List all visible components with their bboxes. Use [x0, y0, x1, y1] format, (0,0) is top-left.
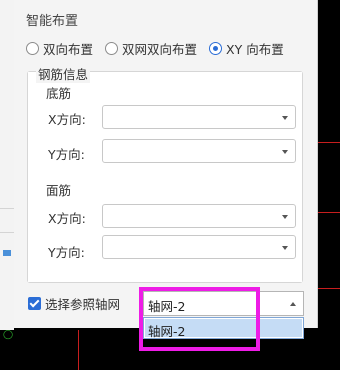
bottom-y-select[interactable] — [102, 139, 296, 163]
chevron-down-icon — [282, 246, 288, 250]
strip-blue-mark — [3, 250, 11, 256]
radio-label: 双向布置 — [43, 42, 94, 57]
reference-axis-checkbox[interactable]: 选择参照轴网 — [28, 294, 120, 313]
top-x-select[interactable] — [102, 204, 296, 228]
reference-axis-label: 选择参照轴网 — [45, 297, 121, 312]
cad-axis-line — [318, 212, 340, 213]
smart-layout-panel: 智能布置 双向布置 双网双向布置 XY 向布置 钢筋信息 底筋 X方向: Y方向… — [14, 0, 318, 328]
background-left-strip — [0, 0, 14, 370]
top-y-label: Y方向: — [48, 245, 85, 260]
top-y-select[interactable] — [102, 235, 296, 259]
chevron-up-icon — [290, 302, 296, 306]
chevron-down-icon — [282, 150, 288, 154]
cad-origin-icon: ◯ — [3, 330, 14, 340]
chevron-down-icon — [282, 116, 288, 120]
bottom-x-label: X方向: — [48, 112, 86, 127]
bottom-rebar-title: 底筋 — [46, 86, 72, 101]
cad-axis-line — [78, 330, 79, 370]
radio-label: 双网双向布置 — [122, 42, 198, 57]
panel-title: 智能布置 — [26, 14, 79, 29]
axis-grid-dropdown-list: 轴网-2 — [143, 317, 304, 339]
top-x-label: X方向: — [48, 211, 86, 226]
chevron-down-icon — [282, 215, 288, 219]
radio-xy-direction[interactable]: XY 向布置 — [209, 39, 284, 58]
axis-grid-option[interactable]: 轴网-2 — [145, 319, 302, 339]
radio-double-net-bidirectional[interactable]: 双网双向布置 — [105, 39, 197, 58]
bottom-y-label: Y方向: — [48, 147, 85, 162]
radio-label: XY 向布置 — [226, 42, 284, 57]
layout-mode-radio-group: 双向布置 双网双向布置 XY 向布置 — [26, 39, 296, 58]
cad-axis-line — [318, 142, 340, 143]
rebar-info-group: 钢筋信息 底筋 X方向: Y方向: 面筋 X方向: Y方向: — [27, 64, 303, 283]
top-rebar-title: 面筋 — [46, 183, 72, 198]
cad-canvas-right — [318, 0, 340, 370]
axis-grid-value: 轴网-2 — [148, 299, 186, 314]
axis-grid-select[interactable]: 轴网-2 — [143, 291, 304, 316]
cad-axis-line — [318, 288, 340, 289]
radio-bidirectional[interactable]: 双向布置 — [26, 39, 93, 58]
radio-checked-icon — [209, 42, 223, 55]
bottom-x-select[interactable] — [102, 105, 296, 129]
strip-divider — [0, 208, 14, 209]
radio-circle-icon — [26, 42, 39, 55]
strip-divider — [0, 232, 14, 233]
cad-canvas-left: ◯ — [0, 330, 14, 370]
radio-circle-icon — [105, 42, 119, 55]
checkbox-checked-icon — [28, 297, 41, 310]
group-title: 钢筋信息 — [36, 64, 91, 83]
